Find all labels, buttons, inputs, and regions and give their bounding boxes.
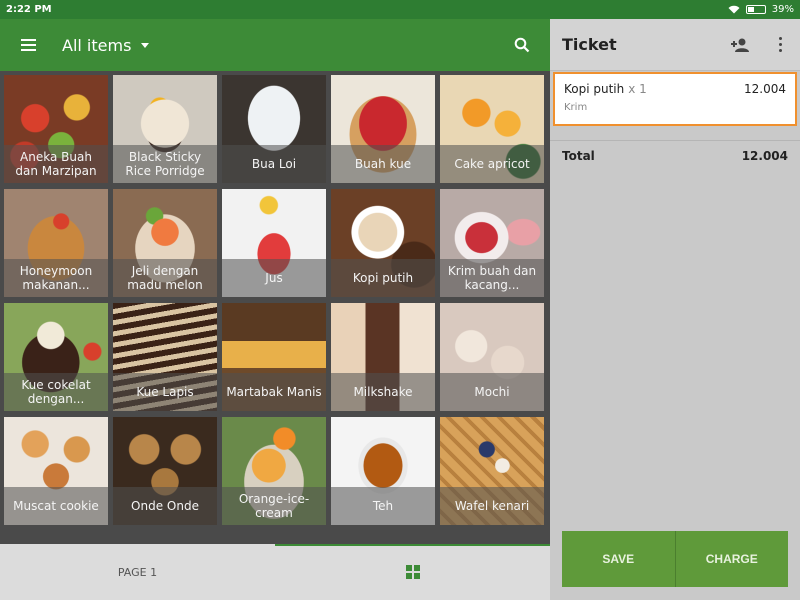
item-tile[interactable]: Kue Lapis [113,303,217,411]
total-amount: 12.004 [741,149,788,163]
item-label: Teh [331,487,435,525]
items-pane: All items Aneka Buah dan Marzipan Black … [0,19,550,600]
item-label: Kue Lapis [113,373,217,411]
add-person-icon [731,38,749,52]
status-bar: 2:22 PM 39% [0,0,800,19]
line-item-price: 12.004 [744,82,786,96]
item-tile[interactable]: Kue cokelat dengan... [4,303,108,411]
item-tile[interactable]: Aneka Buah dan Marzipan [4,75,108,183]
item-label: Onde Onde [113,487,217,525]
add-customer-button[interactable] [720,19,760,71]
ticket-line-item[interactable]: Kopi putih x 1 12.004 Krim [553,72,797,126]
search-button[interactable] [494,19,550,71]
item-tile[interactable]: Jeli dengan madu melon [113,189,217,297]
item-tile[interactable]: Muscat cookie [4,417,108,525]
total-label: Total [562,149,595,163]
line-row: Kopi putih x 1 12.004 [564,82,786,96]
caret-down-icon [141,42,150,48]
ticket-header: Ticket [550,19,800,71]
wifi-icon [728,5,740,14]
battery-icon [745,5,766,14]
ticket-action-buttons: SAVE CHARGE [562,531,788,587]
line-item-qty: x 1 [628,82,647,96]
item-tile[interactable]: Kopi putih [331,189,435,297]
battery-level: 39% [771,4,794,15]
item-label: Jus [222,259,326,297]
item-tile[interactable]: Mochi [440,303,544,411]
pagination-bar: PAGE 1 [0,544,550,600]
ticket-actions [720,19,800,71]
ticket-title: Ticket [562,35,617,54]
item-label: Milkshake [331,373,435,411]
save-button[interactable]: SAVE [562,531,676,587]
item-label: Honeymoon makanan... [4,259,108,297]
line-item-name: Kopi putih [564,82,625,96]
item-tile[interactable]: Honeymoon makanan... [4,189,108,297]
item-label: Krim buah dan kacang... [440,259,544,297]
status-time: 2:22 PM [6,4,52,15]
hamburger-icon [20,44,36,46]
item-tile[interactable]: Krim buah dan kacang... [440,189,544,297]
category-dropdown[interactable]: All items [62,35,150,55]
line-item-modifier: Krim [564,102,588,113]
divider [550,140,800,141]
item-label: Mochi [440,373,544,411]
grid-view-button[interactable] [275,565,550,579]
item-label: Kopi putih [331,259,435,297]
item-label: Kue cokelat dengan... [4,373,108,411]
item-tile[interactable]: Milkshake [331,303,435,411]
more-options-button[interactable] [760,19,800,71]
item-label: Martabak Manis [222,373,326,411]
item-tile[interactable]: Onde Onde [113,417,217,525]
page-tab[interactable]: PAGE 1 [0,566,275,579]
item-tile[interactable]: Bua Loi [222,75,326,183]
item-tile[interactable]: Cake apricot [440,75,544,183]
item-tile[interactable]: Orange-ice-cream [222,417,326,525]
item-label: Aneka Buah dan Marzipan [4,145,108,183]
menu-button[interactable] [0,19,56,71]
item-label: Black Sticky Rice Porridge [113,145,217,183]
item-tile[interactable]: Black Sticky Rice Porridge [113,75,217,183]
total-row: Total 12.004 [562,149,788,163]
item-tile[interactable]: Jus [222,189,326,297]
item-label: Jeli dengan madu melon [113,259,217,297]
ticket-pane: Ticket Kopi putih x 1 12.004 Krim Total … [550,19,800,600]
item-label: Wafel kenari [440,487,544,525]
item-label: Orange-ice-cream [222,487,326,525]
item-tile[interactable]: Wafel kenari [440,417,544,525]
grid-icon [405,565,420,579]
item-label: Muscat cookie [4,487,108,525]
item-tile[interactable]: Martabak Manis [222,303,326,411]
more-vert-icon [778,37,782,52]
status-right: 39% [728,4,794,15]
category-label: All items [62,35,132,55]
item-label: Bua Loi [222,145,326,183]
charge-button[interactable]: CHARGE [675,531,788,587]
search-icon [514,37,530,53]
item-tile[interactable]: Buah kue [331,75,435,183]
item-label: Buah kue [331,145,435,183]
page-indicator [275,544,550,546]
item-label: Cake apricot [440,145,544,183]
item-tile[interactable]: Teh [331,417,435,525]
app-bar: All items [0,19,550,71]
